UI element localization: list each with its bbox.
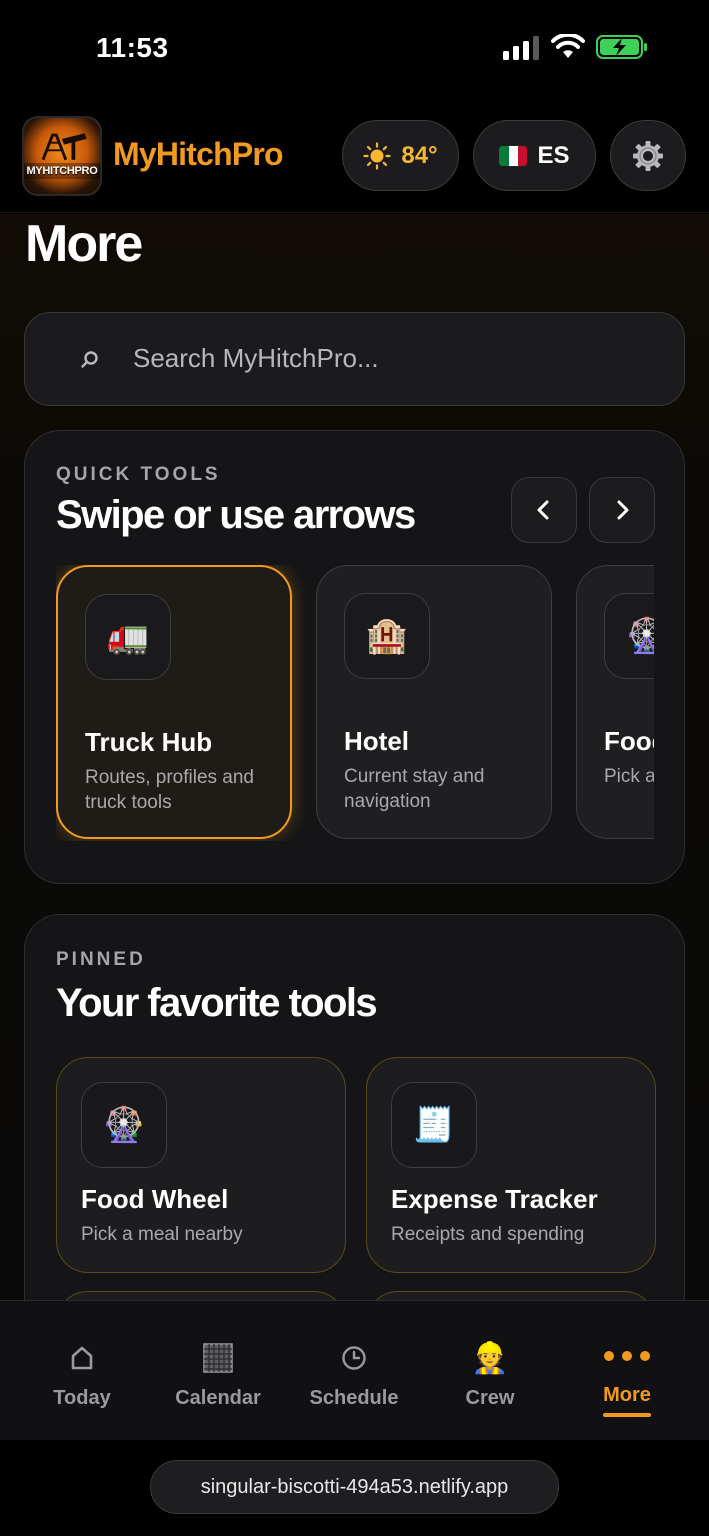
chevron-left-icon	[537, 500, 549, 520]
temperature-value: 84°	[401, 141, 438, 169]
url-bar[interactable]: singular-biscotti-494a53.netlify.app	[150, 1460, 559, 1514]
app-screen: 11:53 MYHITCHPRO MyHitchPro 84° ES More …	[0, 0, 709, 1536]
tab-calendar[interactable]: Calendar	[148, 1301, 288, 1441]
tool-name: Hotel	[344, 726, 409, 756]
home-icon	[71, 1346, 93, 1370]
status-time: 11:53	[96, 32, 169, 63]
carousel-next-button[interactable]	[589, 477, 655, 543]
calendar-icon	[203, 1343, 233, 1373]
gear-icon	[633, 140, 663, 171]
tab-more[interactable]: More	[557, 1301, 697, 1441]
tool-description: Routes, profiles and truck tools	[85, 767, 254, 813]
receipt-icon: 🧾	[391, 1082, 477, 1168]
search-icon	[81, 351, 98, 368]
status-bar: 11:53	[0, 0, 709, 100]
tab-label: Crew	[465, 1387, 515, 1409]
pinned-tool-description: Receipts and spending	[391, 1224, 585, 1245]
tab-today[interactable]: Today	[12, 1301, 152, 1441]
ferris-wheel-icon: 🎡	[81, 1082, 167, 1168]
more-dots-icon	[604, 1351, 650, 1361]
pinned-tool-description: Pick a meal nearby	[81, 1224, 243, 1245]
construction-worker-icon: 👷	[471, 1341, 509, 1375]
battery-charging-icon	[596, 35, 647, 59]
language-button[interactable]: ES	[473, 120, 596, 191]
main-content[interactable]: More Search MyHitchPro... QUICK TOOLS Sw…	[0, 214, 709, 1300]
weather-button[interactable]: 84°	[342, 120, 459, 191]
ferris-wheel-icon: 🎡	[604, 593, 654, 679]
language-code: ES	[537, 141, 570, 169]
tab-crew[interactable]: 👷 Crew	[420, 1301, 560, 1441]
tool-card-hotel[interactable]: 🏨 Hotel Current stay and navigation	[316, 565, 552, 839]
tool-description: Pick a meal nearby	[604, 766, 654, 787]
active-tab-indicator	[603, 1413, 651, 1417]
pinned-tool-name: Expense Tracker	[391, 1184, 598, 1214]
tab-label: More	[603, 1384, 651, 1406]
tab-label: Today	[53, 1387, 111, 1409]
page-title: More	[25, 215, 143, 273]
sun-icon	[363, 141, 391, 170]
search-input[interactable]: Search MyHitchPro...	[24, 312, 685, 406]
url-text: singular-biscotti-494a53.netlify.app	[200, 1475, 509, 1498]
settings-button[interactable]	[610, 120, 686, 191]
pinned-tool-expense-tracker[interactable]: 🧾 Expense Tracker Receipts and spending	[366, 1057, 656, 1273]
tab-schedule[interactable]: Schedule	[284, 1301, 424, 1441]
quick-tools-eyebrow: QUICK TOOLS	[56, 464, 221, 485]
pinned-eyebrow: PINNED	[56, 949, 146, 970]
pinned-tool-card-partial[interactable]	[366, 1291, 656, 1300]
app-logo[interactable]: MYHITCHPRO	[22, 116, 102, 196]
clock-icon	[342, 1346, 366, 1370]
quick-tools-card: QUICK TOOLS Swipe or use arrows 🚛 Truck …	[24, 430, 685, 884]
chevron-right-icon	[617, 500, 629, 520]
bottom-tab-bar: Today Calendar Schedule 👷 Crew More	[0, 1300, 709, 1440]
cellular-signal-icon	[503, 36, 539, 60]
pinned-tool-name: Food Wheel	[81, 1184, 229, 1214]
quick-tools-carousel[interactable]: 🚛 Truck Hub Routes, profiles and truck t…	[56, 565, 654, 841]
wifi-icon	[551, 34, 585, 58]
pinned-tool-food-wheel[interactable]: 🎡 Food Wheel Pick a meal nearby	[56, 1057, 346, 1273]
pinned-tools-card: PINNED Your favorite tools 🎡 Food Wheel …	[24, 914, 685, 1300]
tab-label: Calendar	[175, 1387, 261, 1409]
tool-name: Food Wheel	[604, 726, 654, 756]
truck-icon: 🚛	[85, 594, 171, 680]
brand-name: MyHitchPro	[113, 136, 284, 172]
tool-name: Truck Hub	[85, 727, 213, 757]
app-header: MYHITCHPRO MyHitchPro 84° ES	[0, 100, 709, 213]
tool-card-truck-hub[interactable]: 🚛 Truck Hub Routes, profiles and truck t…	[56, 565, 292, 839]
tab-label: Schedule	[309, 1387, 399, 1409]
oil-derrick-icon	[41, 133, 87, 161]
pinned-title: Your favorite tools	[56, 981, 378, 1025]
logo-text: MYHITCHPRO	[24, 163, 100, 179]
carousel-prev-button[interactable]	[511, 477, 577, 543]
quick-tools-title: Swipe or use arrows	[56, 493, 416, 537]
tool-card-food-wheel[interactable]: 🎡 Food Wheel Pick a meal nearby	[576, 565, 654, 839]
browser-bottom-bar: singular-biscotti-494a53.netlify.app	[0, 1440, 709, 1536]
pinned-tool-card-partial[interactable]	[56, 1291, 346, 1300]
mexico-flag-icon	[499, 145, 528, 166]
search-placeholder: Search MyHitchPro...	[133, 343, 379, 373]
hotel-icon: 🏨	[344, 593, 430, 679]
tool-description: Current stay and navigation	[344, 766, 485, 812]
